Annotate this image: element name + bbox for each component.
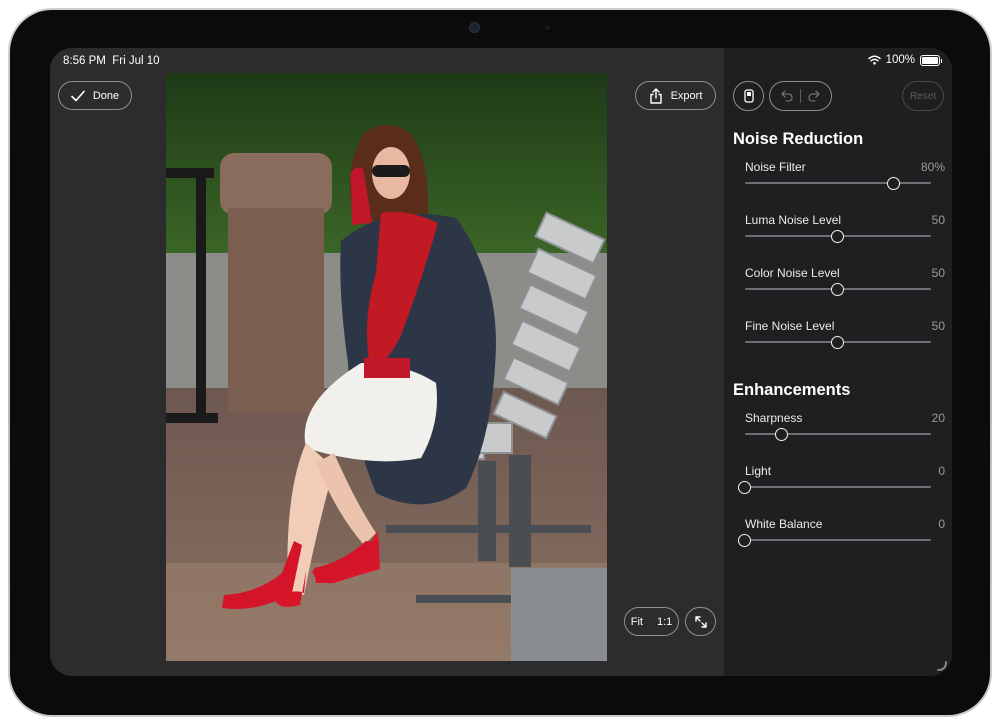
photo-image bbox=[166, 73, 607, 661]
redo-icon[interactable] bbox=[808, 90, 820, 102]
slider-label: White Balance bbox=[745, 517, 823, 531]
app-screen: Done Export Fit 1:1 Reset Noise Reductio… bbox=[50, 48, 952, 676]
slider-label: Luma Noise Level bbox=[745, 213, 842, 227]
undo-icon[interactable] bbox=[781, 90, 793, 102]
slider-fine-noise[interactable]: Fine Noise Level 50 bbox=[745, 319, 945, 359]
done-label: Done bbox=[92, 89, 120, 102]
status-time-date: 8:56 PM Fri Jul 10 bbox=[63, 55, 160, 67]
checkmark-icon bbox=[71, 90, 85, 101]
slider-label: Fine Noise Level bbox=[745, 319, 835, 333]
slider-label: Light bbox=[745, 464, 772, 478]
slider-label: Color Noise Level bbox=[745, 266, 840, 280]
reset-button[interactable]: Reset bbox=[902, 81, 944, 111]
slider-track[interactable] bbox=[745, 433, 931, 435]
slider-light[interactable]: Light 0 bbox=[738, 464, 945, 504]
slider-thumb[interactable] bbox=[831, 283, 844, 296]
slider-thumb[interactable] bbox=[738, 534, 751, 547]
slider-track[interactable] bbox=[745, 539, 931, 541]
slider-thumb[interactable] bbox=[831, 230, 844, 243]
front-camera bbox=[469, 22, 480, 33]
slider-track[interactable] bbox=[745, 486, 931, 488]
slider-value: 50 bbox=[931, 319, 945, 333]
slider-thumb[interactable] bbox=[738, 481, 751, 494]
slider-value: 20 bbox=[931, 411, 945, 425]
fit-button[interactable]: Fit bbox=[631, 616, 643, 628]
adjustments-sidebar: Reset Noise Reduction Noise Filter 80% L… bbox=[724, 48, 952, 676]
slider-value: 50 bbox=[931, 213, 945, 227]
slider-label: Noise Filter bbox=[745, 160, 806, 174]
slider-thumb[interactable] bbox=[775, 428, 789, 441]
slider-luma-noise[interactable]: Luma Noise Level 50 bbox=[745, 213, 945, 253]
resize-corner-icon bbox=[937, 661, 947, 671]
mask-icon bbox=[743, 89, 754, 103]
one-to-one-button[interactable]: 1:1 bbox=[657, 616, 672, 628]
status-date: Fri Jul 10 bbox=[112, 55, 160, 67]
export-button[interactable]: Export bbox=[635, 81, 716, 110]
slider-white-balance[interactable]: White Balance 0 bbox=[738, 517, 945, 557]
zoom-fit-group: Fit 1:1 bbox=[624, 607, 679, 636]
wifi-icon bbox=[867, 55, 881, 65]
slider-value: 50 bbox=[931, 266, 945, 280]
slider-value: 0 bbox=[938, 464, 945, 478]
share-icon bbox=[649, 87, 662, 104]
battery-icon bbox=[920, 54, 942, 66]
slider-noise-filter[interactable]: Noise Filter 80% bbox=[745, 160, 945, 200]
editor-canvas: Done Export Fit 1:1 bbox=[50, 48, 724, 676]
undo-redo-group bbox=[769, 81, 832, 111]
slider-sharpness[interactable]: Sharpness 20 bbox=[745, 411, 945, 451]
expand-arrows-icon bbox=[694, 615, 707, 628]
undo-redo-separator bbox=[800, 89, 801, 103]
slider-value: 0 bbox=[938, 517, 945, 531]
export-label: Export bbox=[670, 89, 703, 102]
status-bar: 8:56 PM Fri Jul 10 100% bbox=[50, 48, 952, 74]
enhancements-title: Enhancements bbox=[733, 381, 851, 399]
slider-color-noise[interactable]: Color Noise Level 50 bbox=[745, 266, 945, 306]
battery-percent: 100% bbox=[885, 54, 915, 66]
slider-thumb[interactable] bbox=[831, 336, 844, 349]
done-button[interactable]: Done bbox=[58, 81, 132, 110]
slider-label: Sharpness bbox=[745, 411, 803, 425]
status-indicators: 100% bbox=[867, 54, 942, 66]
slider-value: 80% bbox=[920, 160, 945, 174]
slider-thumb[interactable] bbox=[886, 177, 900, 190]
slider-track[interactable] bbox=[745, 182, 931, 184]
expand-button[interactable] bbox=[685, 607, 716, 636]
status-time: 8:56 PM bbox=[63, 55, 106, 67]
photo-preview[interactable] bbox=[166, 73, 607, 661]
light-sensor bbox=[545, 25, 550, 30]
noise-reduction-title: Noise Reduction bbox=[733, 130, 864, 148]
mask-button[interactable] bbox=[733, 81, 764, 111]
